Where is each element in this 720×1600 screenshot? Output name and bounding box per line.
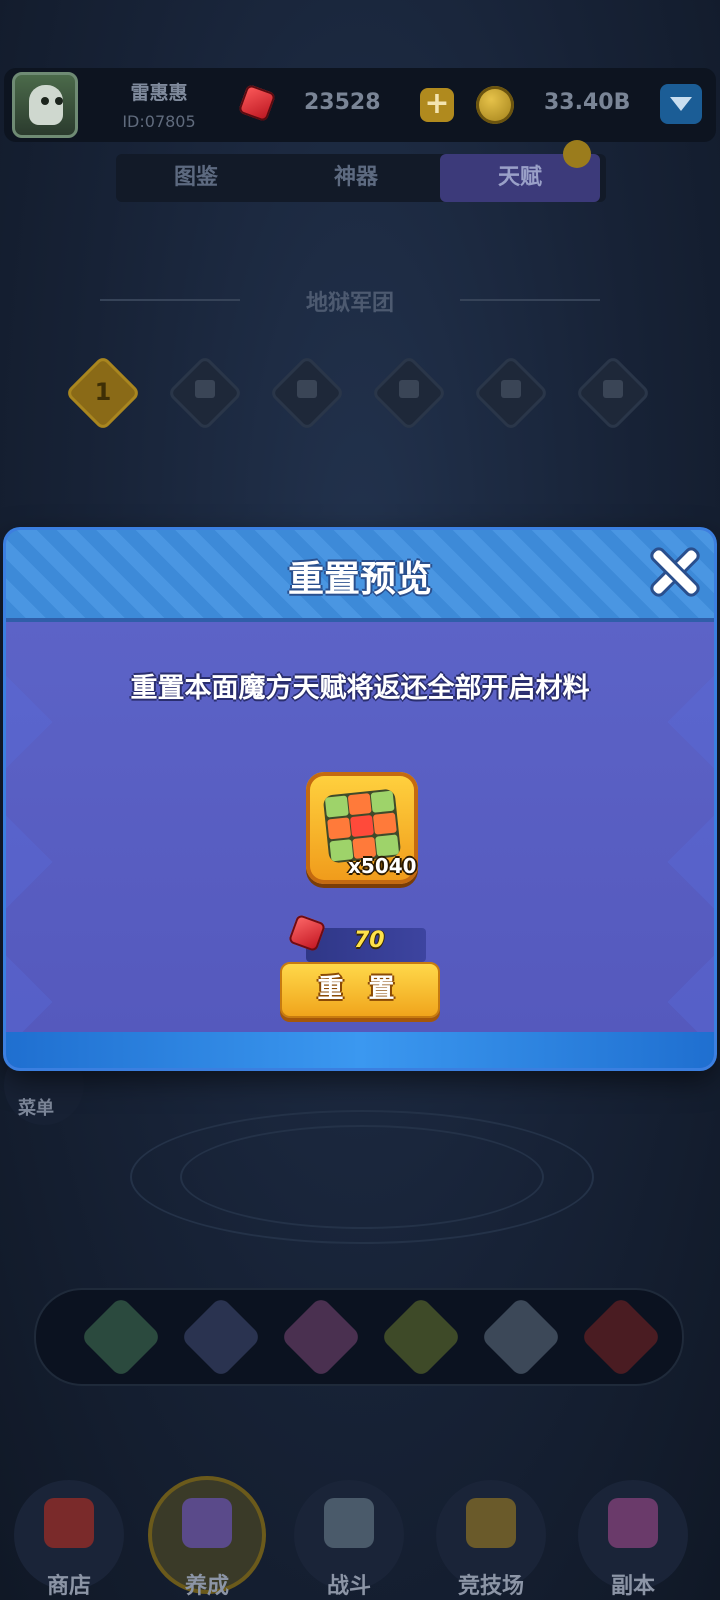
cube-cell: [350, 814, 374, 838]
nav-shop[interactable]: 商店: [14, 1480, 124, 1599]
dungeon-icon: [608, 1498, 658, 1548]
nav-label: 养成: [184, 1574, 229, 1599]
gold-coin-icon: [476, 86, 514, 124]
skill-slot[interactable]: [379, 1295, 463, 1379]
top-bar: 雷惠惠 ID:07805 23528 + 33.40B: [4, 68, 716, 142]
item-quantity: x5040: [348, 854, 417, 878]
divider: [460, 299, 600, 301]
tab-collection[interactable]: 图鉴: [116, 154, 276, 202]
gift-icon: [44, 1498, 94, 1548]
divider: [100, 299, 240, 301]
card-icon: [182, 1498, 232, 1548]
avatar-eye: [55, 97, 63, 105]
skill-slot[interactable]: [279, 1295, 363, 1379]
skull-icon: [29, 85, 63, 125]
player-name: 雷惠惠: [130, 82, 188, 104]
nav-develop[interactable]: 养成: [152, 1480, 262, 1599]
nav-arena[interactable]: 竞技场: [436, 1480, 546, 1599]
nav-battle[interactable]: 战斗: [294, 1480, 404, 1599]
skill-slot[interactable]: [179, 1295, 263, 1379]
lock-icon: [195, 380, 215, 398]
gem-icon: [237, 83, 277, 123]
dialog-footer: [6, 1032, 714, 1068]
reward-item-slot[interactable]: x5040: [306, 772, 418, 884]
cube-cell: [324, 795, 349, 818]
tab-bar: 图鉴 神器 天赋: [116, 154, 606, 202]
avatar[interactable]: [12, 72, 78, 138]
reset-preview-dialog: 重置预览 重置本面魔方天赋将返还全部开启材料 x5040 70 重 置: [6, 530, 714, 1068]
section-title: 地狱军团: [305, 291, 394, 316]
dialog-description: 重置本面魔方天赋将返还全部开启材料: [130, 673, 590, 704]
nav-label: 竞技场: [457, 1574, 524, 1599]
menu-label: 菜单: [18, 1098, 54, 1119]
nav-dungeon[interactable]: 副本: [578, 1480, 688, 1599]
arena-icon: [466, 1498, 516, 1548]
decor-chevron: [6, 805, 53, 919]
chevron-down-icon: [670, 97, 692, 111]
cube-cell: [372, 812, 397, 835]
dialog-title: 重置预览: [287, 559, 432, 600]
lock-icon: [399, 380, 419, 398]
nav-label: 副本: [610, 1574, 655, 1599]
skill-slot[interactable]: [79, 1295, 163, 1379]
add-gems-button[interactable]: +: [420, 88, 454, 122]
notification-dot: [563, 140, 591, 168]
cube-cell: [327, 817, 352, 840]
player-id: ID:07805: [122, 112, 196, 131]
lock-icon: [501, 380, 521, 398]
reset-button[interactable]: 重 置: [280, 962, 440, 1018]
platform-ring: [180, 1125, 544, 1229]
gold-count: 33.40B: [544, 90, 631, 115]
cube-icon: [322, 788, 402, 864]
lock-icon: [603, 380, 623, 398]
cube-cell: [370, 790, 395, 813]
nav-label: 战斗: [326, 1574, 371, 1599]
level-label: 1: [94, 378, 112, 406]
cost-value: 70: [354, 928, 385, 953]
skill-bar: [34, 1288, 684, 1386]
dropdown-button[interactable]: [660, 84, 702, 124]
decor-chevron: [667, 805, 714, 919]
close-button[interactable]: [646, 544, 702, 600]
skill-slot[interactable]: [479, 1295, 563, 1379]
skill-slot[interactable]: [579, 1295, 663, 1379]
lock-icon: [297, 380, 317, 398]
dialog-header: 重置预览: [6, 530, 714, 622]
cube-cell: [347, 793, 372, 816]
bottom-nav: 商店 养成 战斗 竞技场 副本: [0, 1470, 720, 1600]
tab-artifact[interactable]: 神器: [276, 154, 436, 202]
section-header: 地狱军团: [100, 285, 600, 316]
avatar-eye: [41, 97, 49, 105]
nav-label: 商店: [46, 1574, 91, 1599]
gem-count: 23528: [304, 90, 381, 115]
swords-icon: [324, 1498, 374, 1548]
